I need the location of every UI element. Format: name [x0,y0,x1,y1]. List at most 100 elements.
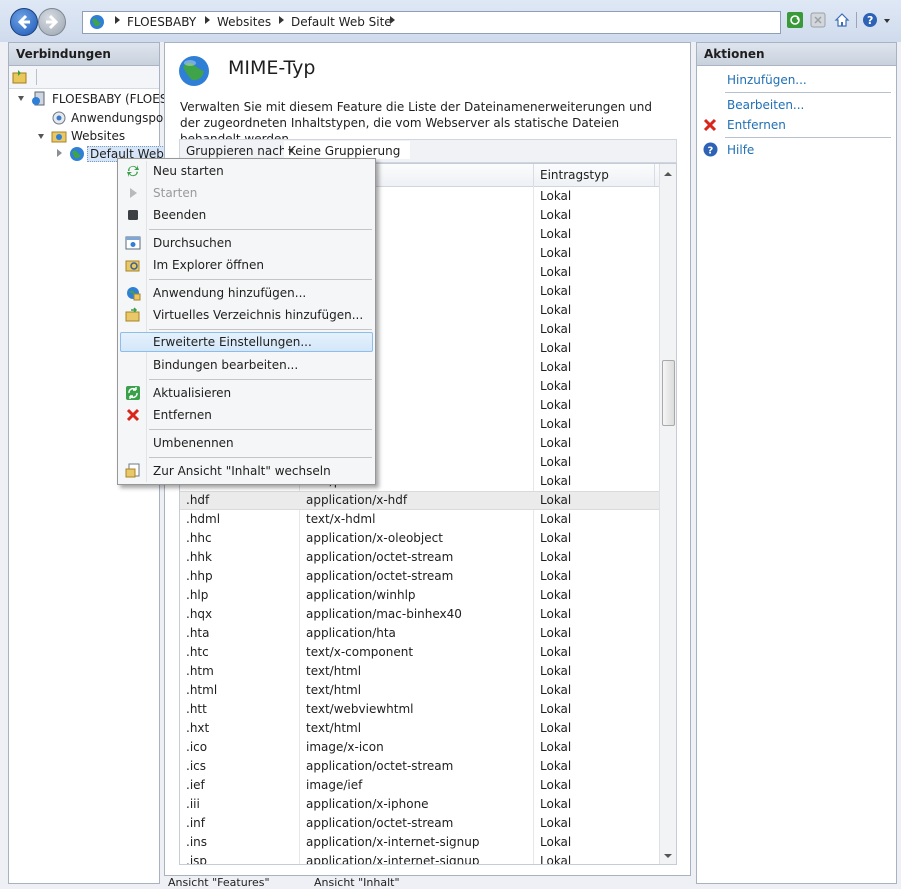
table-row[interactable]: .htc text/x-component Lokal [180,643,659,662]
menu-item-open-explorer[interactable]: Im Explorer öffnen [120,255,373,275]
menu-item-restart[interactable]: Neu starten [120,161,373,181]
cell-entry-type: Lokal [540,284,572,298]
table-row[interactable]: .ief image/ief Lokal [180,776,659,795]
table-row[interactable]: .hta application/hta Lokal [180,624,659,643]
cell-mime-type: text/html [306,721,362,735]
globe-icon [179,56,209,86]
remove-icon [703,118,717,132]
cell-entry-type: Lokal [540,721,572,735]
breadcrumb-websites[interactable]: Websites [217,15,271,29]
menu-item-label: Entfernen [153,408,212,422]
back-button[interactable] [10,8,38,36]
table-row[interactable]: .iii application/x-iphone Lokal [180,795,659,814]
table-row[interactable]: .hdml text/x-hdml Lokal [180,510,659,529]
page-title: MIME-Typ [228,57,316,79]
stop-icon[interactable] [810,12,826,28]
cell-mime-type: application/winhlp [306,588,416,602]
table-row[interactable]: .ins application/x-internet-signup Lokal [180,833,659,852]
breadcrumb-server[interactable]: FLOESBABY [127,15,196,29]
menu-item-add-application[interactable]: Anwendung hinzufügen... [120,283,373,303]
tree-item-websites[interactable]: Websites [71,129,125,143]
table-row[interactable]: .hdf application/x-hdf Lokal [180,491,659,510]
cell-entry-type: Lokal [540,778,572,792]
cell-extension: .hdml [186,512,221,526]
cell-extension: .hhk [186,550,212,564]
add-virtual-dir-icon [125,307,140,322]
menu-item-rename[interactable]: Umbenennen [120,433,373,453]
action-edit-link[interactable]: Bearbeiten... [727,98,804,112]
cell-entry-type: Lokal [540,341,572,355]
menu-item-browse[interactable]: Durchsuchen [120,233,373,253]
cell-extension: .htt [186,702,207,716]
table-row[interactable]: .hlp application/winhlp Lokal [180,586,659,605]
table-row[interactable]: .hqx application/mac-binhex40 Lokal [180,605,659,624]
cell-mime-type: application/x-internet-signup [306,835,480,849]
menu-item-edit-bindings[interactable]: Bindungen bearbeiten... [120,355,373,375]
table-row[interactable]: .inf application/octet-stream Lokal [180,814,659,833]
tab-features-view[interactable]: Ansicht "Features" [168,876,270,889]
group-by-select[interactable]: Keine Gruppierung [284,141,410,159]
cell-mime-type: application/octet-stream [306,550,454,564]
action-help-link[interactable]: Hilfe [727,143,754,157]
cell-entry-type: Lokal [540,531,572,545]
table-row[interactable]: .html text/html Lokal [180,681,659,700]
cell-entry-type: Lokal [540,626,572,640]
cell-extension: .htc [186,645,209,659]
cell-entry-type: Lokal [540,816,572,830]
menu-item-start[interactable]: Starten [120,183,373,203]
folder-icon [51,131,67,143]
cell-entry-type: Lokal [540,854,572,865]
cell-mime-type: text/x-component [306,645,414,659]
forward-button[interactable] [38,8,66,36]
scrollbar-thumb[interactable] [662,360,675,426]
help-icon[interactable]: ? [862,12,878,28]
vertical-scrollbar[interactable] [659,164,676,864]
menu-item-add-virtual-directory[interactable]: Virtuelles Verzeichnis hinzufügen... [120,305,373,325]
table-row[interactable]: .hhc application/x-oleobject Lokal [180,529,659,548]
table-row[interactable]: .hhk application/octet-stream Lokal [180,548,659,567]
cell-extension: .ico [186,740,208,754]
toolbar-divider [36,69,37,85]
tree-expand-icon[interactable] [18,96,24,101]
menu-item-remove[interactable]: Entfernen [120,405,373,425]
tree-item-server[interactable]: FLOESBABY (FLOESE [52,92,175,106]
new-connection-icon[interactable] [12,69,28,85]
tree-collapse-icon[interactable] [57,149,62,157]
cell-entry-type: Lokal [540,664,572,678]
menu-item-advanced-settings[interactable]: Erweiterte Einstellungen... [120,332,373,352]
table-row[interactable]: .htt text/webviewhtml Lokal [180,700,659,719]
tree-item-app-pools[interactable]: Anwendungspoo [71,111,171,125]
table-row[interactable]: .ico image/x-icon Lokal [180,738,659,757]
breadcrumb-site[interactable]: Default Web Site [291,15,392,29]
action-add-link[interactable]: Hinzufügen... [727,73,807,87]
action-remove-link[interactable]: Entfernen [727,118,786,132]
cell-extension: .hta [186,626,210,640]
table-row[interactable]: .hhp application/octet-stream Lokal [180,567,659,586]
chevron-down-icon[interactable] [884,19,890,23]
refresh-icon[interactable] [787,12,803,28]
table-row[interactable]: .hxt text/html Lokal [180,719,659,738]
cell-entry-type: Lokal [540,436,572,450]
scroll-up-icon[interactable] [664,172,672,176]
view-tabs: Ansicht "Features" Ansicht "Inhalt" [164,876,464,889]
tab-content-view[interactable]: Ansicht "Inhalt" [314,876,400,889]
table-row[interactable]: .isp application/x-internet-signup Lokal [180,852,659,865]
cell-extension: .hdf [186,493,210,507]
scroll-down-icon[interactable] [664,854,672,858]
home-icon[interactable] [834,12,850,28]
address-field[interactable]: FLOESBABY Websites Default Web Site [82,11,781,34]
address-toolbar: FLOESBABY Websites Default Web Site ? [0,0,901,42]
menu-item-label: Anwendung hinzufügen... [153,286,307,300]
table-row[interactable]: .ics application/octet-stream Lokal [180,757,659,776]
svg-text:?: ? [708,146,714,157]
menu-item-switch-content-view[interactable]: Zur Ansicht "Inhalt" wechseln [120,461,373,481]
menu-item-refresh[interactable]: Aktualisieren [120,383,373,403]
cell-entry-type: Lokal [540,550,572,564]
toolbar-divider [856,12,857,28]
tree-expand-icon[interactable] [38,134,44,139]
cell-extension: .hxt [186,721,210,735]
app-pool-icon [52,111,66,125]
menu-item-stop[interactable]: Beenden [120,205,373,225]
table-row[interactable]: .htm text/html Lokal [180,662,659,681]
column-header-entry-type[interactable]: Eintragstyp [540,168,609,182]
